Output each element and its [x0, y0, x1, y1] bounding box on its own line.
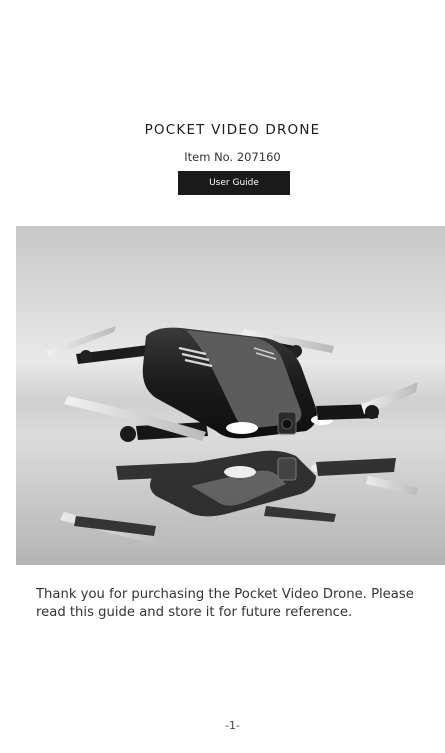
intro-paragraph: Thank you for purchasing the Pocket Vide… [36, 587, 414, 620]
user-guide-badge: User Guide [178, 171, 290, 195]
item-number: Item No. 207160 [184, 150, 281, 164]
drone-photo [16, 226, 445, 565]
drone-illustration [16, 226, 445, 565]
page-number: -1- [225, 719, 240, 732]
document-title: POCKET VIDEO DRONE [144, 122, 321, 138]
